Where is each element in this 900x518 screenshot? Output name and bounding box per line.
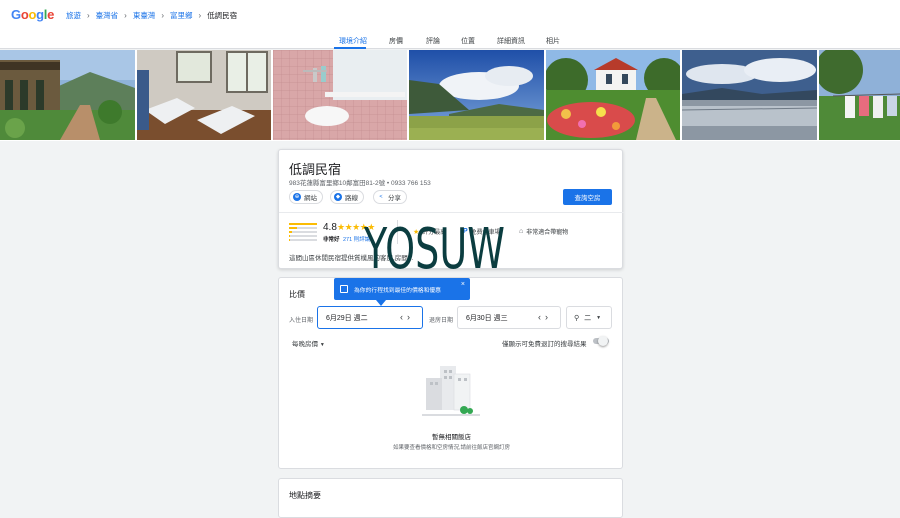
share-button[interactable]: < 分享 [373, 190, 407, 204]
top-bar: Google 旅遊 › 臺灣省 › 東臺灣 › 富里鄉 › 低調民宿 [0, 0, 900, 32]
section-tabs: 環境介紹 房價 評論 位置 詳細資訊 相片 [0, 32, 900, 49]
close-icon[interactable]: × [461, 281, 465, 288]
price-section-title: 比價 [289, 290, 305, 299]
breadcrumb-travel[interactable]: 旅遊 [66, 10, 81, 21]
person-icon: ⚲ [574, 314, 580, 322]
pet-icon: ⌂ [519, 228, 524, 235]
checkout-date-value: 6月30日 週三 [466, 314, 508, 322]
tab-reviews[interactable]: 評論 [426, 36, 440, 46]
watermark-text: YOSUW [364, 217, 505, 282]
dropdown-icon: ▼ [319, 342, 325, 348]
active-tab-indicator [334, 47, 366, 49]
website-label: 網站 [304, 195, 317, 202]
empty-state-title: 暫無相關飯店 [432, 434, 471, 441]
breadcrumb-chevron-icon: › [161, 11, 165, 20]
rating-value: 4.8 [323, 222, 337, 233]
photo-laundry[interactable] [819, 50, 900, 140]
calendar-icon [340, 285, 348, 293]
deal-tooltip: 為你的行程找到最佳的價格和優惠 × [334, 278, 470, 300]
checkout-date-field[interactable]: 6月30日 週三 ‹› [457, 306, 561, 329]
amenity-pet-friendly: ⌂ 非常適合帶寵物 [519, 228, 569, 236]
photo-garden[interactable] [0, 50, 135, 140]
tab-details[interactable]: 詳細資訊 [497, 36, 525, 46]
nightly-price-dropdown[interactable]: 每晚房價 ▼ [292, 338, 325, 348]
check-availability-button[interactable]: 查詢空房 [563, 189, 612, 205]
empty-state-subtitle: 如果要查看價格和空房情況,請前往飯店官網訂房 [392, 445, 511, 451]
location-summary-title: 地點摘要 [289, 491, 321, 500]
share-icon: < [377, 193, 385, 201]
divider [279, 212, 624, 213]
breadcrumb-current: 低調民宿 [207, 11, 238, 20]
photo-bathroom[interactable] [273, 50, 407, 140]
breadcrumb-taiwan[interactable]: 臺灣省 [96, 10, 119, 21]
breadcrumb-chevron-icon: › [87, 11, 90, 20]
breadcrumb-east-taiwan[interactable]: 東臺灣 [133, 10, 156, 21]
photo-gallery [0, 50, 900, 141]
breadcrumb: 旅遊 › 臺灣省 › 東臺灣 › 富里鄉 › 低調民宿 [66, 10, 237, 21]
breadcrumb-chevron-icon: › [198, 11, 202, 20]
tab-location[interactable]: 位置 [461, 36, 475, 46]
guests-selector[interactable]: ⚲ 二 ▼ [566, 306, 612, 329]
guests-value: 二 [584, 314, 592, 322]
rating-label: 非常好 [323, 237, 340, 243]
rating-distribution [289, 223, 317, 243]
tab-overview[interactable]: 環境介紹 [339, 36, 367, 46]
globe-icon: ⊕ [293, 193, 301, 201]
price-comparison-card: 比價 為你的行程找到最佳的價格和優惠 × 入住日期 6月29日 週二 ‹› 退房… [278, 277, 623, 469]
tab-prices[interactable]: 房價 [389, 36, 403, 46]
hotel-address: 983花蓮縣富里鄉10鄰富田81-2號 • 0933 766 153 [289, 180, 431, 187]
tab-photos[interactable]: 相片 [546, 36, 560, 46]
breadcrumb-fuli[interactable]: 富里鄉 [170, 10, 193, 21]
website-button[interactable]: ⊕ 網站 [289, 190, 323, 204]
share-label: 分享 [388, 195, 401, 202]
tooltip-text: 為你的行程找到最佳的價格和優惠 [354, 287, 441, 294]
date-nav-icon[interactable]: ‹› [400, 312, 414, 322]
location-summary-card: 地點摘要 [278, 478, 623, 518]
free-cancel-toggle[interactable] [593, 336, 609, 346]
dropdown-icon: ▼ [596, 314, 602, 321]
directions-icon: ◆ [334, 193, 342, 201]
google-logo[interactable]: Google [11, 7, 54, 22]
checkin-date-value: 6月29日 週二 [326, 314, 368, 322]
directions-button[interactable]: ◆ 路線 [330, 190, 364, 204]
photo-valley[interactable] [409, 50, 544, 140]
free-cancel-label: 僅顯示可免費退訂的搜尋結果 [502, 341, 587, 348]
checkout-label: 退房日期 [429, 318, 454, 324]
directions-label: 路線 [345, 195, 358, 202]
empty-hotels-illustration [422, 364, 480, 420]
photo-bedroom[interactable] [137, 50, 271, 140]
photo-house-flowers[interactable] [546, 50, 680, 140]
date-nav-icon[interactable]: ‹› [538, 312, 552, 322]
breadcrumb-chevron-icon: › [124, 11, 127, 20]
checkin-label: 入住日期 [289, 318, 314, 324]
hotel-name: 低調民宿 [289, 163, 342, 178]
checkin-date-field[interactable]: 6月29日 週二 ‹› [317, 306, 423, 329]
photo-clouds-rain[interactable] [682, 50, 817, 140]
